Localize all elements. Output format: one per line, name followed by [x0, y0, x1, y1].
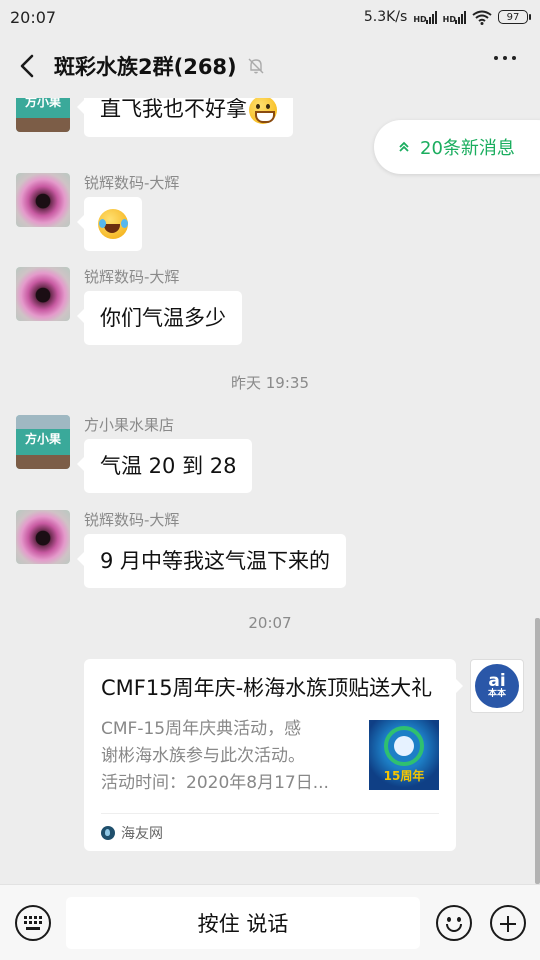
desc-line: 活动时间：2020年8月17日... — [101, 773, 329, 793]
dot — [503, 56, 507, 60]
grin-emoji — [249, 98, 277, 124]
thumbnail-text: 15周年 — [383, 769, 425, 783]
chat-header: 斑彩水族2群(268) — [0, 34, 540, 98]
sender-name: 方小果水果店 — [84, 416, 175, 434]
hold-to-talk-button[interactable]: 按住 说话 — [66, 897, 420, 949]
status-time: 20:07 — [10, 7, 57, 27]
avatar-letter: ai — [488, 670, 506, 691]
link-card-message: CMF15周年庆-彬海水族顶贴送大礼 CMF-15周年庆典活动，感 谢彬海水族参… — [84, 659, 463, 851]
source-logo-icon — [101, 825, 115, 840]
chevron-left-icon — [20, 54, 34, 78]
message-text: 直飞我也不好拿 — [100, 98, 247, 121]
link-card[interactable]: CMF15周年庆-彬海水族顶贴送大礼 CMF-15周年庆典活动，感 谢彬海水族参… — [84, 659, 463, 851]
bell-off-icon — [248, 58, 264, 74]
message-item: 锐辉数码-大辉 9 月中等我这气温下来的 — [16, 510, 347, 588]
dot — [494, 56, 498, 60]
input-bar: 按住 说话 — [0, 884, 540, 960]
emoji-button[interactable] — [436, 905, 472, 941]
avatar[interactable] — [16, 510, 70, 564]
link-card-thumbnail: 15周年 — [369, 720, 439, 790]
network-speed: 5.3K/s — [363, 9, 408, 25]
message-item: 方小果 方小果水果店 气温 20 到 28 — [16, 415, 253, 493]
message-bubble[interactable] — [77, 197, 142, 251]
link-card-source: 海友网 — [101, 813, 439, 851]
link-card-description: CMF-15周年庆典活动，感 谢彬海水族参与此次活动。 活动时间：2020年8月… — [101, 716, 357, 797]
desc-line: 谢彬海水族参与此次活动。 — [101, 746, 305, 766]
more-button[interactable] — [494, 56, 516, 60]
timestamp: 20:07 — [248, 614, 292, 632]
link-card-title: CMF15周年庆-彬海水族顶贴送大礼 — [101, 676, 433, 700]
message-bubble[interactable]: 你们气温多少 — [77, 291, 242, 345]
avatar[interactable]: 方小果 — [16, 415, 70, 469]
smiley-icon — [447, 917, 451, 922]
message-bubble[interactable]: 直飞我也不好拿 — [77, 98, 293, 137]
scrollbar[interactable] — [535, 618, 540, 884]
avatar[interactable]: ai 本本 — [470, 659, 524, 713]
new-messages-button[interactable]: 20条新消息 — [374, 120, 540, 174]
double-chevron-up-icon — [399, 141, 409, 152]
avatar-sign-text: 方小果 — [16, 98, 70, 118]
message-item: 锐辉数码-大辉 — [16, 173, 179, 251]
hd-badge-2: HD — [442, 15, 456, 24]
message-bubble[interactable]: 气温 20 到 28 — [76, 439, 253, 493]
source-name: 海友网 — [121, 825, 163, 842]
signal-icon-2: HD — [443, 10, 466, 24]
timestamp: 昨天 19:35 — [231, 374, 309, 392]
sender-name: 锐辉数码-大辉 — [84, 174, 180, 192]
status-right: 5.3K/s HD HD 97 — [363, 9, 531, 25]
battery-icon: 97 — [498, 10, 531, 24]
hd-badge-1: HD — [413, 15, 427, 24]
back-button[interactable] — [0, 34, 54, 98]
desc-line: CMF-15周年庆典活动，感 — [101, 719, 302, 739]
dot — [512, 56, 516, 60]
hold-to-talk-label: 按住 说话 — [197, 912, 289, 936]
sender-name: 锐辉数码-大辉 — [84, 268, 180, 286]
keyboard-icon — [24, 916, 42, 930]
message-item: 锐辉数码-大辉 你们气温多少 — [16, 267, 242, 345]
new-messages-label: 20条新消息 — [420, 138, 515, 159]
message-bubble[interactable]: 9 月中等我这气温下来的 — [76, 534, 347, 588]
avatar[interactable] — [16, 267, 70, 321]
avatar-sign-text: 方小果 — [16, 429, 70, 455]
wifi-icon — [472, 10, 492, 25]
keyboard-button[interactable] — [15, 905, 51, 941]
laughing-tears-emoji — [98, 209, 128, 239]
avatar[interactable]: 方小果 — [16, 98, 70, 132]
plus-button[interactable] — [490, 905, 526, 941]
chat-title: 斑彩水族2群(268) — [54, 55, 237, 79]
avatar[interactable] — [16, 173, 70, 227]
sender-name: 锐辉数码-大辉 — [84, 511, 180, 529]
avatar-subtext: 本本 — [487, 688, 506, 699]
message-item: 方小果 直飞我也不好拿 — [16, 98, 293, 137]
signal-icon-1: HD — [413, 10, 437, 24]
status-bar: 20:07 5.3K/s HD HD 97 — [0, 0, 540, 34]
